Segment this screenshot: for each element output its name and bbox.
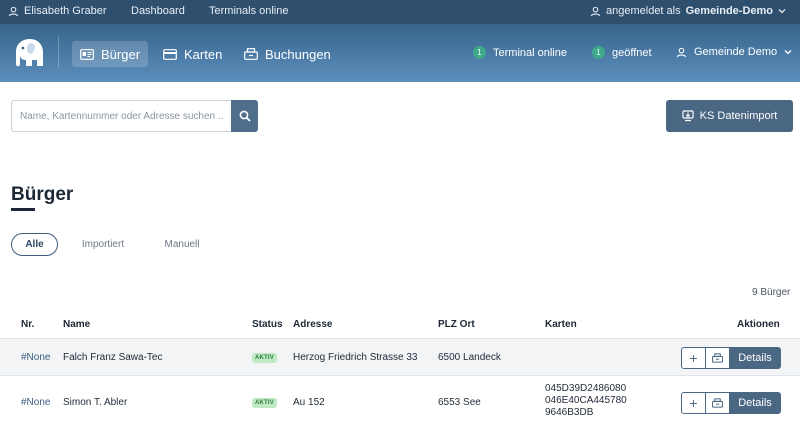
search-icon [239, 110, 251, 122]
open-status[interactable]: 1 geöffnet [592, 46, 652, 59]
import-button-label: KS Datenimport [699, 110, 778, 122]
import-icon [682, 110, 694, 122]
row-actions: + Details [681, 347, 781, 369]
tab-manuell[interactable]: Manuell [150, 233, 214, 256]
user-icon [8, 6, 19, 16]
nav-buerger-label: Bürger [101, 46, 141, 62]
row-address: Herzog Friedrich Strasse 33 [293, 352, 418, 363]
user-icon [676, 47, 687, 57]
login-status-menu[interactable]: angemeldet als Gemeinde-Demo [590, 5, 786, 17]
terminals-online-label: Terminals online [209, 5, 289, 17]
open-count-badge: 1 [592, 46, 605, 59]
row-name: Simon T. Abler [63, 397, 128, 408]
chevron-down-icon [778, 9, 786, 14]
column-header-address: Adresse [293, 319, 333, 330]
row-cards: 045D39D2486080 046E40CA445780 9646B3DB [545, 383, 627, 419]
nav-karten-label: Karten [184, 46, 223, 62]
top-bar: Elisabeth Graber Dashboard Terminals onl… [0, 0, 800, 24]
details-button[interactable]: Details [729, 347, 781, 369]
column-header-cards: Karten [545, 319, 577, 330]
table-row: #None Falch Franz Sawa-Tec AKTIV Herzog … [0, 338, 800, 376]
result-count: 9 Bürger [752, 287, 791, 298]
add-card-button[interactable]: + [681, 347, 706, 369]
nav-buchungen[interactable]: Buchungen [236, 41, 339, 67]
login-org: Gemeinde-Demo [685, 5, 774, 17]
row-plz-ort: 6500 Landeck [438, 352, 501, 363]
column-header-status: Status [252, 319, 283, 330]
elephant-logo [16, 39, 43, 67]
nav-buerger[interactable]: Bürger [72, 41, 149, 67]
register-icon [244, 48, 258, 60]
app-header: Elisabeth Graber Dashboard Terminals onl… [0, 0, 800, 82]
import-button[interactable]: KS Datenimport [666, 100, 793, 132]
plus-icon: + [689, 350, 698, 366]
terminal-online-status[interactable]: 1 Terminal online [473, 46, 567, 59]
user-name: Elisabeth Graber [24, 5, 107, 17]
plus-icon: + [689, 395, 698, 411]
org-menu-label: Gemeinde Demo [694, 46, 778, 58]
terminals-online-link[interactable]: Terminals online [209, 5, 288, 17]
page-title: Bürger [11, 184, 74, 205]
status-badge: AKTIV [252, 353, 277, 363]
row-plz-ort: 6553 See [438, 397, 481, 408]
table-row: #None Simon T. Abler AKTIV Au 152 6553 S… [0, 377, 800, 428]
search-input[interactable] [11, 100, 231, 132]
id-card-icon [80, 48, 94, 60]
user-icon [590, 6, 601, 16]
row-actions: + Details [681, 392, 781, 414]
card-number[interactable]: 9646B3DB [545, 407, 627, 419]
booking-button[interactable] [705, 392, 730, 414]
row-number-link[interactable]: #None [21, 352, 50, 363]
column-header-plz-ort: PLZ Ort [438, 319, 475, 330]
booking-button[interactable] [705, 347, 730, 369]
org-menu[interactable]: Gemeinde Demo [676, 46, 792, 58]
dashboard-link[interactable]: Dashboard [131, 5, 185, 17]
register-icon [712, 353, 723, 363]
row-number-link[interactable]: #None [21, 397, 50, 408]
login-prefix: angemeldet als [606, 5, 681, 17]
search-button[interactable] [231, 100, 258, 132]
terminal-online-label: Terminal online [493, 46, 567, 59]
add-card-button[interactable]: + [681, 392, 706, 414]
nav-karten[interactable]: Karten [155, 41, 230, 67]
column-header-actions: Aktionen [737, 319, 780, 330]
title-underline [11, 208, 35, 211]
nav-buchungen-label: Buchungen [265, 46, 331, 62]
dashboard-label: Dashboard [131, 5, 185, 17]
row-name: Falch Franz Sawa-Tec [63, 352, 163, 363]
register-icon [712, 398, 723, 408]
details-button[interactable]: Details [729, 392, 781, 414]
card-number[interactable]: 045D39D2486080 [545, 383, 627, 395]
credit-card-icon [163, 48, 177, 60]
tab-alle[interactable]: Alle [11, 233, 58, 256]
chevron-down-icon [784, 50, 792, 55]
card-number[interactable]: 046E40CA445780 [545, 395, 627, 407]
column-header-name: Name [63, 319, 91, 330]
open-label: geöffnet [612, 46, 652, 59]
user-menu[interactable]: Elisabeth Graber [8, 5, 107, 17]
status-badge: AKTIV [252, 398, 277, 408]
nav-divider [58, 36, 59, 68]
tab-importiert[interactable]: Importiert [70, 233, 136, 256]
row-address: Au 152 [293, 397, 325, 408]
column-header-nr: Nr. [21, 319, 35, 330]
terminal-count-badge: 1 [473, 46, 486, 59]
